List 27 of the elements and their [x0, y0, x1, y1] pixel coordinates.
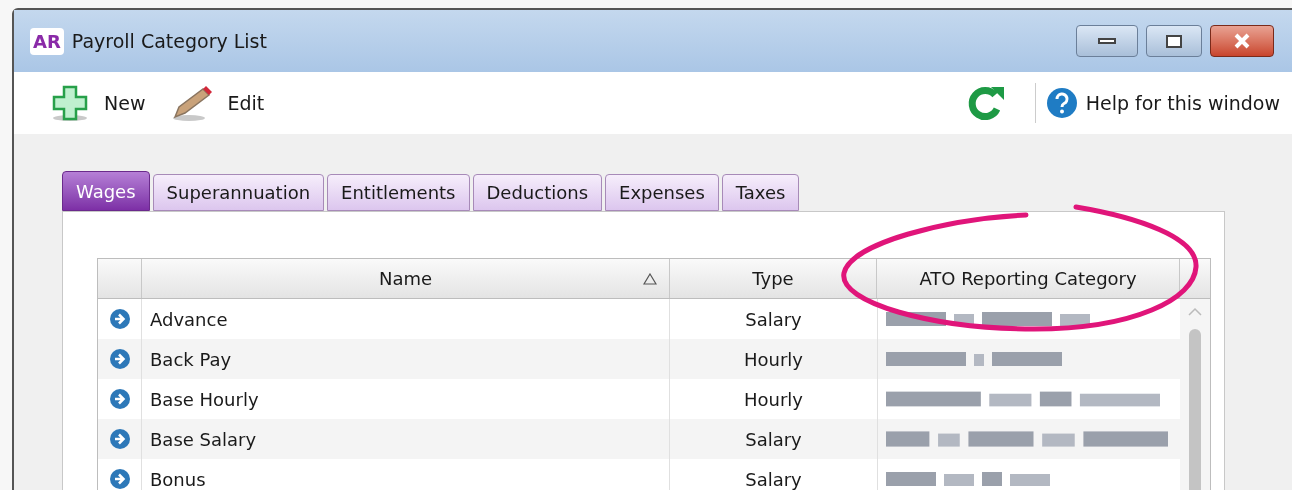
tab[interactable]: Deductions [472, 174, 603, 211]
close-icon [1233, 33, 1251, 49]
column-header[interactable]: Type [670, 259, 877, 298]
edit-button[interactable]: Edit [169, 83, 265, 123]
table-cell: Bonus [142, 459, 670, 490]
table-cell-text: Salary [744, 427, 803, 452]
maximize-button[interactable] [1146, 25, 1202, 57]
scrollbar[interactable] [1180, 299, 1210, 490]
table-cell-text: Salary [744, 467, 803, 490]
close-button[interactable] [1210, 25, 1274, 57]
minimize-button[interactable] [1076, 25, 1138, 57]
tab[interactable]: Entitlements [327, 174, 470, 211]
column-header[interactable]: Name [142, 259, 670, 298]
table-cell-text: Hourly [743, 347, 804, 372]
window-title: Payroll Category List [71, 28, 267, 54]
tab[interactable]: Expenses [605, 174, 719, 211]
table-cell-text: Salary [744, 307, 803, 332]
table-cell-text: Hourly [743, 387, 804, 412]
tab[interactable]: Superannuation [152, 174, 325, 211]
app-logo: AR [30, 27, 64, 55]
tab[interactable]: Taxes [721, 174, 800, 211]
new-button[interactable]: New [48, 83, 146, 123]
help-icon [1045, 87, 1078, 119]
column-header[interactable]: ATO Reporting Category [877, 259, 1180, 298]
help-button[interactable]: Help for this window [1045, 87, 1280, 119]
tab[interactable]: Wages [62, 171, 150, 211]
scrollbar-thumb[interactable] [1189, 329, 1201, 490]
